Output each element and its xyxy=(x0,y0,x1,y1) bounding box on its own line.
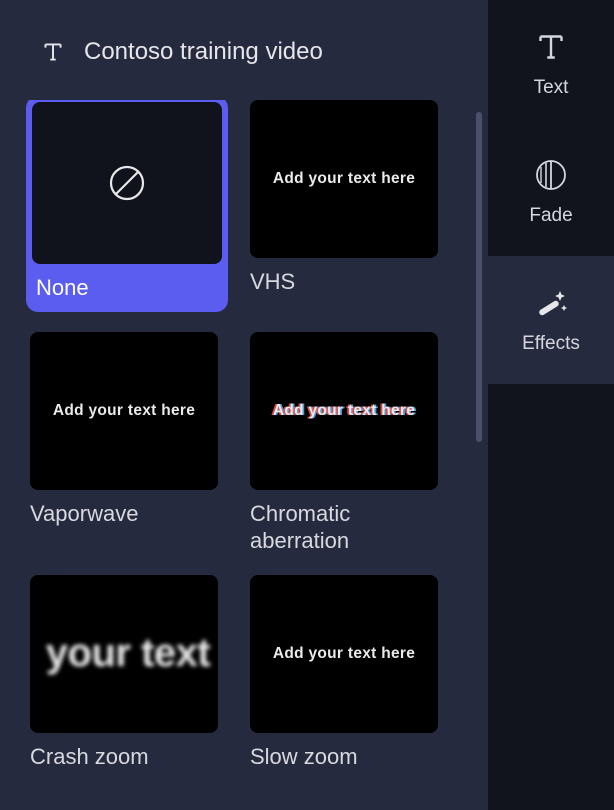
effect-label: None xyxy=(32,274,222,302)
text-icon xyxy=(40,39,66,65)
effect-label: Crash zoom xyxy=(30,743,228,771)
preview-text: your text xyxy=(46,631,210,676)
tab-text[interactable]: Text xyxy=(488,0,614,128)
effect-thumb: Add your text here xyxy=(250,575,438,733)
tab-label: Effects xyxy=(522,333,580,355)
effects-icon xyxy=(531,285,571,321)
effect-card-slow-zoom[interactable]: Add your text here Slow zoom xyxy=(250,575,438,771)
fade-icon xyxy=(533,157,569,193)
effect-thumb: your text xyxy=(30,575,218,733)
effect-card-none[interactable]: None xyxy=(26,100,228,312)
tab-fade[interactable]: Fade xyxy=(488,128,614,256)
effect-thumb: Add your text here xyxy=(30,332,218,490)
effects-panel: Contoso training video None Add your tex… xyxy=(0,0,488,810)
effect-card-crash-zoom[interactable]: your text Crash zoom xyxy=(30,575,228,771)
effect-card-vhs[interactable]: Add your text here VHS xyxy=(250,100,438,312)
effect-thumb xyxy=(32,102,222,264)
effect-thumb: Add your text here xyxy=(250,100,438,258)
effect-card-chromatic-aberration[interactable]: Add your text here Chromatic aberration xyxy=(250,332,438,555)
effect-label: Vaporwave xyxy=(30,500,228,528)
effect-card-vaporwave[interactable]: Add your text here Vaporwave xyxy=(30,332,228,555)
rail-filler xyxy=(488,384,614,810)
tab-effects[interactable]: Effects xyxy=(488,256,614,384)
effects-grid: None Add your text here VHS Add your tex… xyxy=(22,100,478,770)
page-title: Contoso training video xyxy=(84,38,323,66)
preview-text: Add your text here xyxy=(53,402,195,420)
preview-text: Add your text here xyxy=(273,402,415,420)
effect-label: VHS xyxy=(250,268,438,296)
effect-label: Slow zoom xyxy=(250,743,438,771)
preview-text: Add your text here xyxy=(273,645,415,663)
panel-header: Contoso training video xyxy=(22,14,478,100)
effect-thumb: Add your text here xyxy=(250,332,438,490)
preview-text: Add your text here xyxy=(273,170,415,188)
right-rail: Text Fade Effects xyxy=(488,0,614,810)
text-icon xyxy=(533,29,569,65)
none-icon xyxy=(106,162,148,204)
tab-label: Fade xyxy=(529,205,572,227)
effect-label: Chromatic aberration xyxy=(250,500,438,555)
tab-label: Text xyxy=(534,77,569,99)
scrollbar[interactable] xyxy=(476,112,482,442)
